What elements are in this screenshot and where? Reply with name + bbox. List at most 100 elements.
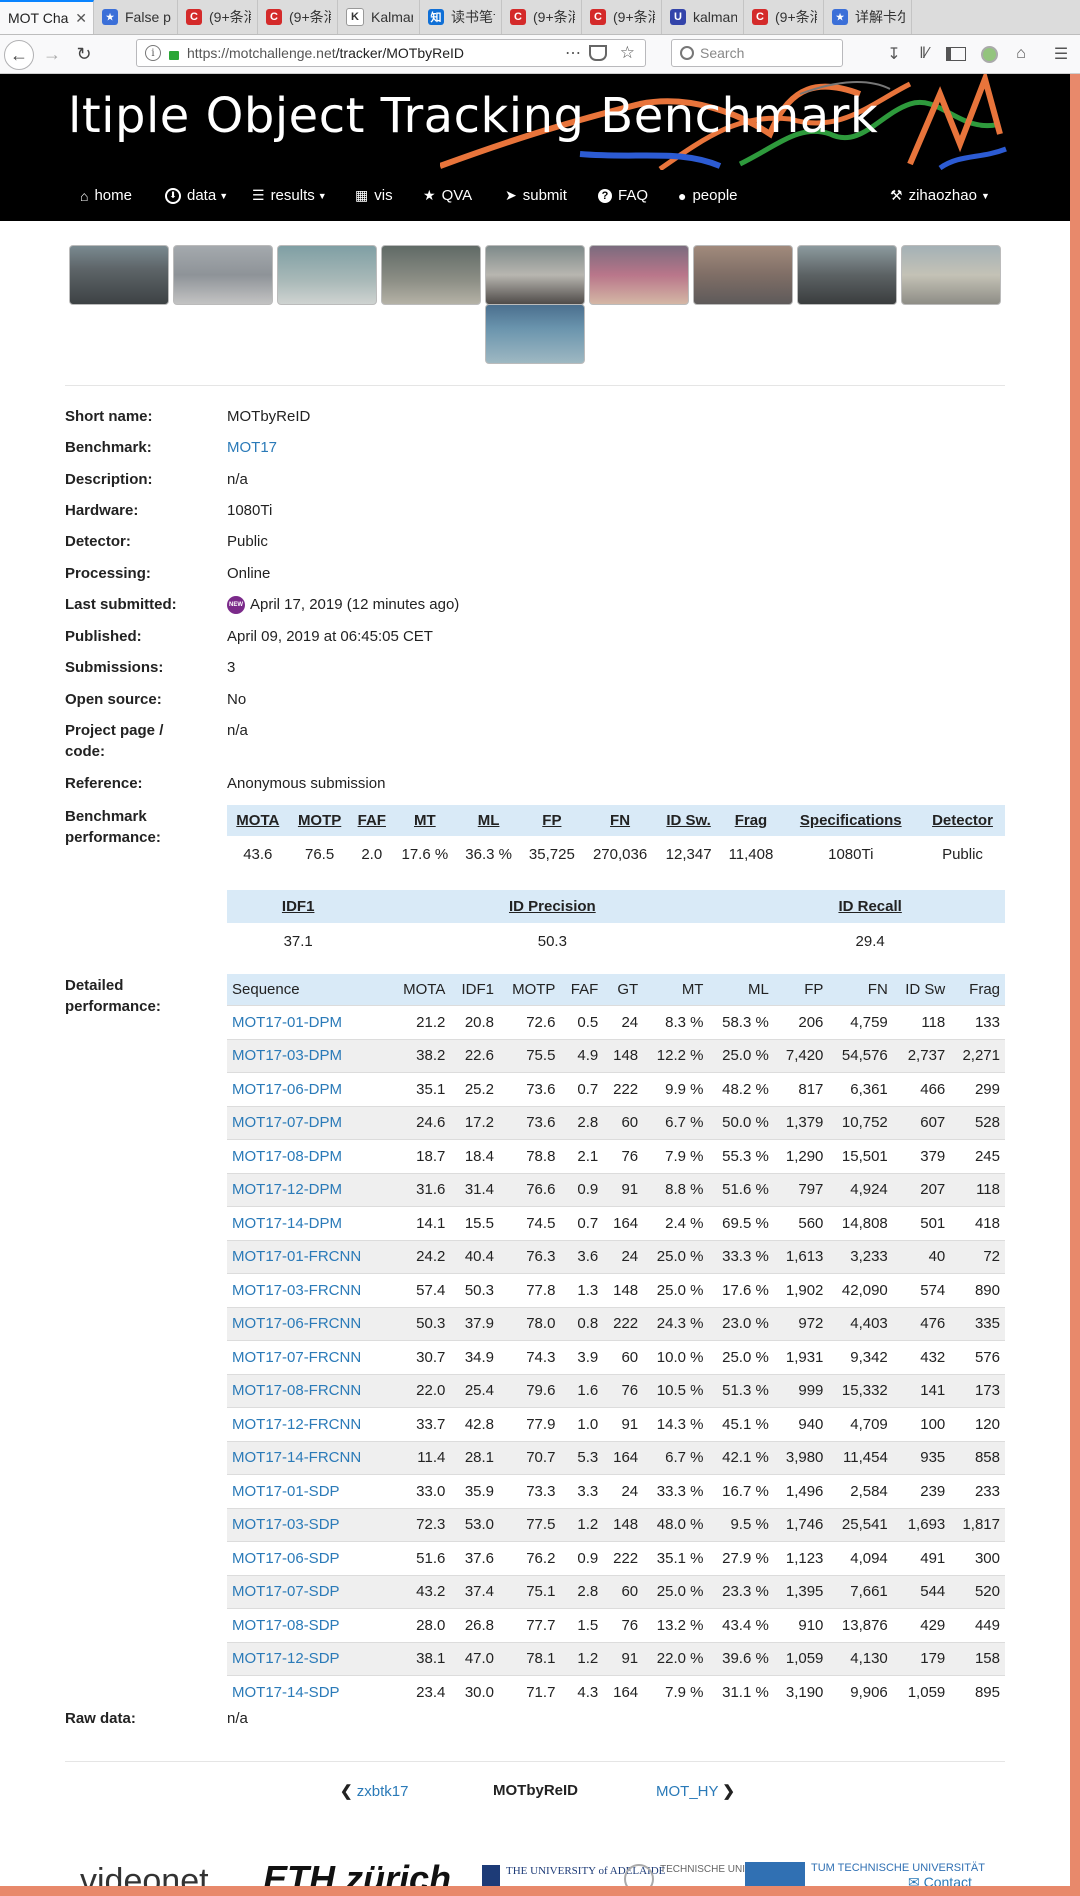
browser-tab[interactable]: MOT Challenge✕ [0,0,94,34]
column-header[interactable]: Sequence [227,974,391,1006]
menu-icon[interactable]: ☰ [1051,44,1071,64]
browser-tab[interactable]: C (9+条消息) [502,0,582,34]
extension-icon[interactable] [979,44,999,64]
sequence-name[interactable]: MOT17-08-FRCNN [232,1382,361,1399]
sequence-name[interactable]: MOT17-07-FRCNN [232,1349,361,1366]
sequence-thumbnail[interactable] [69,245,169,305]
column-header[interactable]: FP [520,805,584,836]
sequence-name[interactable]: MOT17-14-DPM [232,1215,342,1232]
sequence-link[interactable]: MOT17-06-DPM [227,1072,391,1106]
benchmark-text[interactable]: MOT17 [227,439,277,456]
page-actions-icon[interactable]: ⋯ [565,43,581,63]
sequence-name[interactable]: MOT17-12-DPM [232,1181,342,1198]
sequence-name[interactable]: MOT17-07-SDP [232,1583,340,1600]
bookmark-star-icon[interactable]: ☆ [620,43,635,63]
menu-item-vis[interactable]: ▦ vis [355,187,393,204]
next-tracker-link[interactable]: MOT_HY ❯ [656,1782,735,1800]
column-header[interactable]: Frag [950,974,1005,1006]
browser-tab[interactable]: C (9+条消息) [258,0,338,34]
column-header[interactable]: FAF [350,805,393,836]
sequence-thumbnail[interactable] [277,245,377,305]
sequence-name[interactable]: MOT17-06-FRCNN [232,1315,361,1332]
browser-tab[interactable]: C (9+条消息) [582,0,662,34]
column-header[interactable]: IDF1 [227,890,370,923]
sequence-name[interactable]: MOT17-07-DPM [232,1114,342,1131]
column-header[interactable]: ID Sw [892,974,951,1006]
sequence-name[interactable]: MOT17-14-FRCNN [232,1449,361,1466]
column-header[interactable]: Specifications [781,805,920,836]
menu-item-data[interactable]: ⬇ data ▼ [165,187,228,204]
browser-tab[interactable]: C (9+条消息) [178,0,258,34]
sequence-link[interactable]: MOT17-08-FRCNN [227,1373,391,1408]
sequence-link[interactable]: MOT17-01-SDP [227,1474,391,1508]
sequence-link[interactable]: MOT17-07-SDP [227,1574,391,1609]
column-header[interactable]: MOTA [227,805,289,836]
sequence-link[interactable]: MOT17-08-DPM [227,1139,391,1173]
sequence-thumbnail[interactable] [901,245,1001,305]
sequence-thumbnail[interactable] [797,245,897,305]
browser-tab[interactable]: K Kalman filter [338,0,420,34]
sequence-link[interactable]: MOT17-12-DPM [227,1172,391,1207]
sequence-name[interactable]: MOT17-01-FRCNN [232,1248,361,1265]
previous-tracker-name[interactable]: zxbtk17 [357,1783,409,1800]
column-header[interactable]: ML [708,974,774,1006]
column-header[interactable]: FN [583,805,657,836]
benchmark-value[interactable]: MOT17 [227,437,277,458]
column-header[interactable]: FP [773,974,829,1006]
menu-item-home[interactable]: ⌂ home [80,187,132,204]
menu-item-people[interactable]: ● people [678,187,738,204]
column-header[interactable]: Frag [720,805,782,836]
sequence-name[interactable]: MOT17-12-SDP [232,1650,340,1667]
column-header[interactable]: IDF1 [450,974,500,1006]
back-button[interactable]: ← [4,40,34,70]
column-header[interactable]: ID Recall [735,890,1005,923]
column-header[interactable]: MOTP [288,805,351,836]
sequence-name[interactable]: MOT17-06-DPM [232,1081,342,1098]
sequence-thumbnail[interactable] [589,245,689,305]
column-header[interactable]: ID Precision [369,890,736,923]
sequence-link[interactable]: MOT17-08-SDP [227,1608,391,1642]
sequence-thumbnail[interactable] [485,245,585,305]
column-header[interactable]: MT [643,974,709,1006]
reload-button[interactable]: ↻ [70,40,98,68]
sequence-name[interactable]: MOT17-08-DPM [232,1148,342,1165]
browser-tab[interactable]: ★ False positive [94,0,178,34]
sequence-link[interactable]: MOT17-12-FRCNN [227,1407,391,1441]
column-header[interactable]: ID Sw. [656,805,721,836]
column-header[interactable]: ML [456,805,521,836]
browser-tab[interactable]: 知读书笔记 [420,0,502,34]
close-tab-icon[interactable]: ✕ [69,10,87,27]
browser-tab[interactable]: Ukalman filter [662,0,744,34]
browser-tab[interactable]: ★ 详解卡尔曼 [824,0,912,34]
sequence-thumbnail[interactable] [173,245,273,305]
sequence-name[interactable]: MOT17-01-SDP [232,1483,340,1500]
menu-item-results[interactable]: ☰ results ▼ [252,187,327,204]
sequence-link[interactable]: MOT17-03-DPM [227,1038,391,1073]
menu-item-faq[interactable]: ? FAQ [598,187,648,204]
column-header[interactable]: FN [828,974,893,1006]
downloads-icon[interactable]: ↧ [884,44,904,64]
column-header[interactable]: MOTA [390,974,451,1006]
sequence-thumbnail[interactable] [381,245,481,305]
sequence-thumbnail[interactable] [485,304,585,364]
home-button-icon[interactable]: ⌂ [1011,44,1031,64]
sequence-name[interactable]: MOT17-06-SDP [232,1550,340,1567]
search-box[interactable]: Search [671,39,843,67]
previous-tracker-link[interactable]: ❮ zxbtk17 [340,1782,408,1800]
column-header[interactable]: GT [603,974,644,1006]
info-icon[interactable]: i [145,45,161,61]
pocket-icon[interactable] [589,45,607,61]
sequence-name[interactable]: MOT17-14-SDP [232,1684,340,1701]
sequence-link[interactable]: MOT17-12-SDP [227,1641,391,1676]
url-bar[interactable]: i https://motchallenge.net/tracker/MOTby… [136,39,646,67]
column-header[interactable]: MOTP [499,974,561,1006]
sequence-name[interactable]: MOT17-03-SDP [232,1516,340,1533]
forward-button[interactable]: → [38,40,66,68]
menu-item-qva[interactable]: ★ QVA [423,187,472,204]
sidebar-icon[interactable] [946,44,966,64]
sequence-link[interactable]: MOT17-01-FRCNN [227,1239,391,1274]
menu-item-submit[interactable]: ➤ submit [505,187,567,204]
sequence-name[interactable]: MOT17-03-DPM [232,1047,342,1064]
next-tracker-name[interactable]: MOT_HY [656,1783,718,1800]
sequence-link[interactable]: MOT17-07-DPM [227,1105,391,1140]
